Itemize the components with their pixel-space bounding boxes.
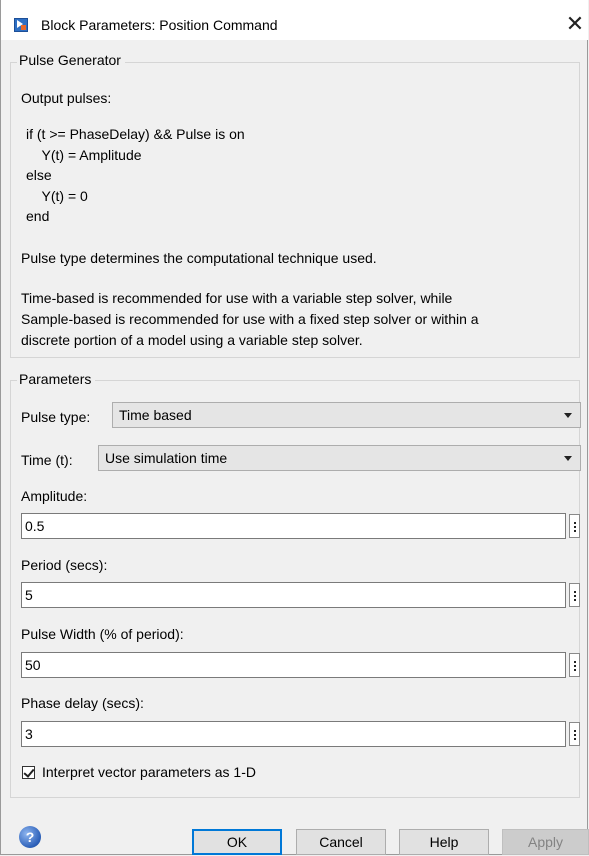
apply-button[interactable]: Apply [502,829,589,855]
period-field[interactable]: 5 [21,582,566,608]
description-code-line: if (t >= PhaseDelay) && Pulse is on [26,126,245,142]
pulse-width-field[interactable]: 50 [21,652,566,678]
interpret-vector-label[interactable]: Interpret vector parameters as 1-D [42,764,256,780]
description-code-line: else [26,167,52,183]
help-question-icon[interactable]: ? [19,826,41,848]
time-label: Time (t): [21,452,73,468]
description-note: discrete portion of a model using a vari… [21,332,363,348]
simulink-block-icon [14,18,28,32]
time-value: Use simulation time [105,450,228,466]
chevron-down-icon [564,456,572,461]
help-button[interactable]: Help [399,829,489,855]
window-title: Block Parameters: Position Command [41,17,278,33]
block-parameters-dialog: Block Parameters: Position Command ✕ Pul… [0,0,589,855]
description-note: Sample-based is recommended for use with… [21,311,479,327]
description-code-line: Y(t) = Amplitude [34,147,142,163]
description-code-line: Y(t) = 0 [34,188,88,204]
description-intro: Output pulses: [21,90,112,106]
pulse-type-value: Time based [119,407,192,423]
interpret-vector-checkbox[interactable] [22,766,35,779]
chevron-down-icon [564,413,572,418]
close-icon[interactable]: ✕ [563,12,587,36]
amplitude-field[interactable]: 0.5 [21,513,566,539]
phase-delay-field[interactable]: 3 [21,721,566,747]
pulse-type-label: Pulse type: [21,409,91,425]
description-code-line: end [26,208,50,224]
parameters-group-title: Parameters [17,371,96,387]
amplitude-label: Amplitude: [21,488,88,504]
phase-delay-label: Phase delay (secs): [21,695,144,711]
phase-delay-value: 3 [25,726,33,742]
amplitude-value: 0.5 [25,518,45,534]
amplitude-options-button[interactable] [569,514,580,538]
title-bar: Block Parameters: Position Command ✕ [1,0,588,40]
pulse-width-value: 50 [25,657,41,673]
pulse-width-options-button[interactable] [569,653,580,677]
phase-delay-options-button[interactable] [569,722,580,746]
pulse-width-label: Pulse Width (% of period): [21,626,184,642]
description-note: Pulse type determines the computational … [21,250,377,266]
period-options-button[interactable] [569,583,580,607]
period-label: Period (secs): [21,557,108,573]
description-note: Time-based is recommended for use with a… [21,290,453,306]
period-value: 5 [25,587,33,603]
description-group-title: Pulse Generator [17,52,125,68]
cancel-button[interactable]: Cancel [296,829,386,855]
ok-button[interactable]: OK [192,829,282,855]
pulse-type-dropdown[interactable]: Time based [112,402,581,428]
time-dropdown[interactable]: Use simulation time [98,445,581,471]
